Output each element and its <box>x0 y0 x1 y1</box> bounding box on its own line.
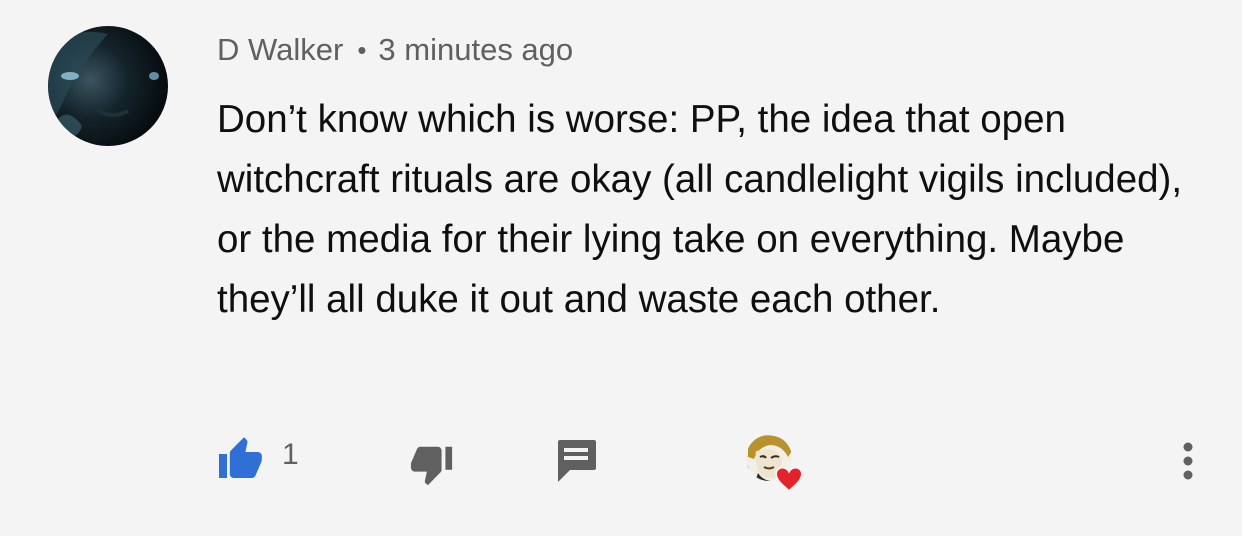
avatar[interactable] <box>48 26 168 146</box>
comment-item: D Walker • 3 minutes ago Don’t know whic… <box>0 0 1242 536</box>
comment-timestamp[interactable]: 3 minutes ago <box>378 32 573 68</box>
avatar-image <box>48 26 168 146</box>
comment-text: Don’t know which is worse: PP, the idea … <box>217 98 1183 321</box>
dislike-button[interactable] <box>406 438 458 490</box>
like-button[interactable] <box>214 432 266 484</box>
reply-button[interactable] <box>551 436 601 486</box>
author-name[interactable]: D Walker <box>217 32 343 68</box>
more-vert-icon <box>1183 442 1193 480</box>
more-options-button[interactable] <box>1170 434 1206 488</box>
comment-actions: 1 <box>0 432 1242 493</box>
thumb-down-icon <box>410 446 453 486</box>
like-count: 1 <box>282 438 299 471</box>
comment-reply-icon <box>558 440 596 482</box>
creator-heart-badge <box>744 433 806 495</box>
meta-separator: • <box>357 34 367 65</box>
creator-heart-icon <box>746 435 804 493</box>
thumb-up-filled-icon <box>219 437 262 478</box>
comment-meta: D Walker • 3 minutes ago <box>217 30 573 70</box>
